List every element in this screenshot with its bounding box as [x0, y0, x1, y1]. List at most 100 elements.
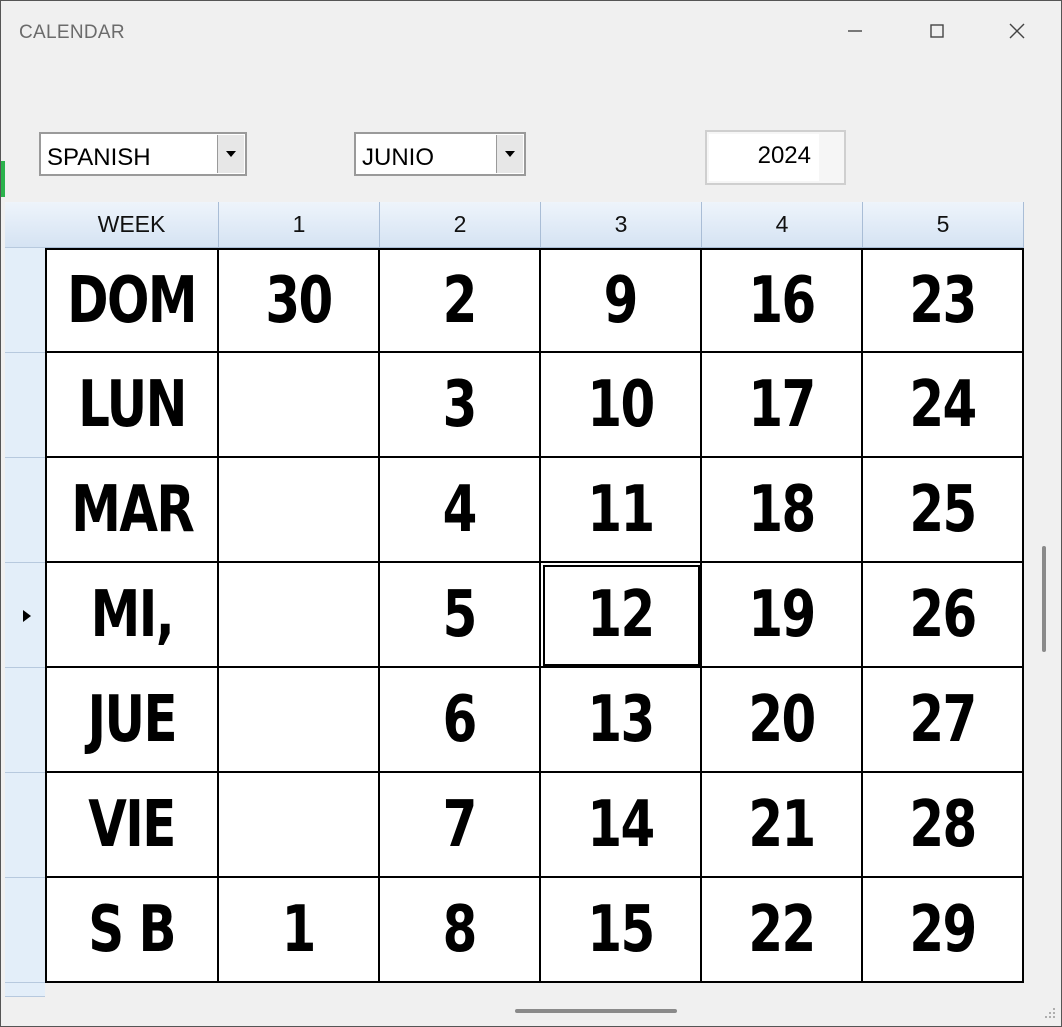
- language-value: SPANISH: [47, 144, 151, 171]
- date-cell[interactable]: 27: [863, 668, 1024, 773]
- day-name-label: LUN: [78, 367, 187, 442]
- date-cell[interactable]: [219, 563, 380, 668]
- date-number: 2: [442, 263, 478, 338]
- date-number: 25: [909, 472, 977, 547]
- date-number: 14: [587, 787, 655, 862]
- row-header[interactable]: [5, 248, 45, 353]
- date-cell[interactable]: 9: [541, 248, 702, 353]
- date-number: 28: [909, 787, 977, 862]
- language-select[interactable]: SPANISH: [39, 132, 247, 176]
- date-cell[interactable]: 18: [702, 458, 863, 563]
- date-cell[interactable]: 21: [702, 773, 863, 878]
- new-row-header[interactable]: [5, 983, 45, 997]
- minimize-button[interactable]: [815, 1, 895, 61]
- month-value: JUNIO: [362, 144, 434, 171]
- column-header-week-5[interactable]: 5: [863, 202, 1024, 248]
- day-name-cell[interactable]: DOM: [45, 248, 219, 353]
- horizontal-scrollbar[interactable]: [515, 1009, 677, 1013]
- grid-corner-header: [5, 202, 45, 248]
- date-number: 17: [748, 367, 816, 442]
- chevron-down-icon: [226, 151, 236, 157]
- date-number: 10: [587, 367, 655, 442]
- year-input[interactable]: 2024: [705, 130, 846, 185]
- date-number: 30: [265, 263, 333, 338]
- date-number: 7: [442, 787, 478, 862]
- date-number: 8: [442, 892, 478, 967]
- day-name-cell[interactable]: S B: [45, 878, 219, 983]
- date-cell[interactable]: 25: [863, 458, 1024, 563]
- date-cell[interactable]: 14: [541, 773, 702, 878]
- row-header[interactable]: [5, 353, 45, 458]
- date-cell[interactable]: 17: [702, 353, 863, 458]
- vertical-scrollbar[interactable]: [1042, 546, 1046, 652]
- column-header-week-2[interactable]: 2: [380, 202, 541, 248]
- date-cell[interactable]: 20: [702, 668, 863, 773]
- date-cell[interactable]: 26: [863, 563, 1024, 668]
- date-cell[interactable]: 7: [380, 773, 541, 878]
- date-cell[interactable]: 13: [541, 668, 702, 773]
- date-cell[interactable]: 15: [541, 878, 702, 983]
- date-cell[interactable]: 23: [863, 248, 1024, 353]
- date-number: 15: [587, 892, 655, 967]
- date-number: 13: [587, 682, 655, 757]
- date-cell[interactable]: 29: [863, 878, 1024, 983]
- date-cell[interactable]: 16: [702, 248, 863, 353]
- day-name-cell[interactable]: JUE: [45, 668, 219, 773]
- date-cell[interactable]: 11: [541, 458, 702, 563]
- window-title: CALENDAR: [19, 22, 125, 43]
- language-dropdown-button[interactable]: [217, 135, 244, 173]
- date-number: 24: [909, 367, 977, 442]
- date-number: 19: [748, 577, 816, 652]
- date-cell[interactable]: 1: [219, 878, 380, 983]
- date-cell[interactable]: [219, 773, 380, 878]
- day-name-label: S B: [88, 892, 177, 967]
- day-name-cell[interactable]: MI,: [45, 563, 219, 668]
- column-header-week-3[interactable]: 3: [541, 202, 702, 248]
- date-cell[interactable]: 19: [702, 563, 863, 668]
- day-name-cell[interactable]: MAR: [45, 458, 219, 563]
- date-number: 6: [442, 682, 478, 757]
- row-header[interactable]: [5, 668, 45, 773]
- date-number: 23: [909, 263, 977, 338]
- date-number: 29: [909, 892, 977, 967]
- date-cell[interactable]: 12: [541, 563, 702, 668]
- date-cell[interactable]: 5: [380, 563, 541, 668]
- date-cell[interactable]: 2: [380, 248, 541, 353]
- date-cell[interactable]: 4: [380, 458, 541, 563]
- date-cell[interactable]: 28: [863, 773, 1024, 878]
- date-cell[interactable]: [219, 668, 380, 773]
- calendar-window: CALENDAR SPANISH JUNIO 2024 WEEK 1 2 3 4 5 DOM…: [0, 0, 1062, 1027]
- day-name-cell[interactable]: VIE: [45, 773, 219, 878]
- close-icon: [1009, 23, 1025, 39]
- date-cell[interactable]: 6: [380, 668, 541, 773]
- row-header[interactable]: [5, 563, 45, 668]
- column-header-week-4[interactable]: 4: [702, 202, 863, 248]
- date-cell[interactable]: 8: [380, 878, 541, 983]
- maximize-button[interactable]: [897, 1, 977, 61]
- column-header-week[interactable]: WEEK: [45, 202, 219, 248]
- date-cell[interactable]: 30: [219, 248, 380, 353]
- month-select[interactable]: JUNIO: [354, 132, 526, 176]
- date-cell[interactable]: [219, 458, 380, 563]
- row-header[interactable]: [5, 773, 45, 878]
- title-bar: CALENDAR: [1, 1, 1061, 61]
- date-number: 11: [587, 472, 655, 547]
- date-number: 4: [442, 472, 478, 547]
- date-cell[interactable]: [219, 353, 380, 458]
- row-header[interactable]: [5, 458, 45, 563]
- month-dropdown-button[interactable]: [496, 135, 523, 173]
- year-value: 2024: [757, 142, 811, 169]
- day-name-label: VIE: [88, 787, 177, 862]
- date-cell[interactable]: 3: [380, 353, 541, 458]
- day-name-label: DOM: [67, 263, 198, 338]
- date-number: 5: [442, 577, 478, 652]
- column-header-week-1[interactable]: 1: [219, 202, 380, 248]
- date-cell[interactable]: 24: [863, 353, 1024, 458]
- day-name-cell[interactable]: LUN: [45, 353, 219, 458]
- date-cell[interactable]: 10: [541, 353, 702, 458]
- close-button[interactable]: [977, 1, 1057, 61]
- minimize-icon: [848, 30, 862, 32]
- resize-grip-icon[interactable]: [1041, 1006, 1057, 1022]
- row-header[interactable]: [5, 878, 45, 983]
- date-cell[interactable]: 22: [702, 878, 863, 983]
